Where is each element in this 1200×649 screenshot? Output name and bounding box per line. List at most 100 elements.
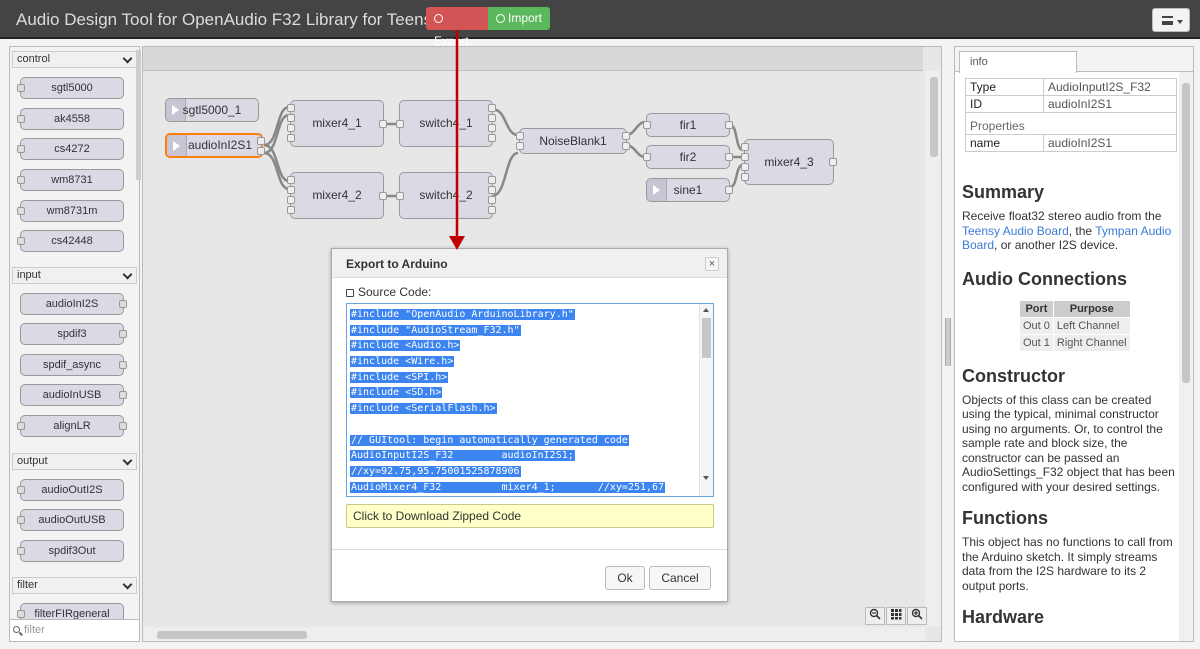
- flow-node-switch4_2[interactable]: switch4_2: [396, 172, 496, 219]
- flow-node-mixer4_3[interactable]: mixer4_3: [741, 139, 837, 185]
- info-value: AudioInputI2S_F32: [1043, 78, 1177, 96]
- info-key: name: [965, 134, 1044, 152]
- palette-node[interactable]: wm8731: [17, 169, 124, 191]
- flow-node-audioInI2S1[interactable]: audioInI2S1: [165, 133, 265, 158]
- palette-category-filter[interactable]: filter: [12, 577, 137, 594]
- palette-node[interactable]: spdif3Out: [17, 540, 124, 562]
- main-menu-button[interactable]: [1152, 8, 1190, 32]
- palette-node[interactable]: audioOutUSB: [17, 509, 124, 531]
- code-line-text: #include <SerialFlash.h>: [350, 403, 497, 415]
- palette-node[interactable]: audioInI2S: [20, 293, 127, 315]
- code-line-text: #include "OpenAudio_ArduinoLibrary.h": [350, 309, 575, 320]
- ok-button[interactable]: Ok: [605, 566, 645, 590]
- palette-node-label: spdif3: [57, 328, 87, 340]
- search-icon: [13, 626, 20, 633]
- panel-splitter-handle[interactable]: [945, 318, 951, 366]
- palette-node[interactable]: ak4558: [17, 108, 124, 130]
- palette-node[interactable]: audioInUSB: [20, 384, 127, 406]
- zoom-in-icon: [911, 608, 923, 620]
- code-line: AudioInputI2S_F32 audioInI2S1;: [350, 448, 700, 464]
- code-line: #include <SPI.h>: [350, 370, 700, 386]
- scroll-up-icon[interactable]: [703, 308, 709, 312]
- output-port[interactable]: [257, 137, 265, 145]
- palette-scrollbar[interactable]: [136, 50, 141, 180]
- palette-node[interactable]: spdif3: [20, 323, 127, 345]
- code-line: #include <SD.h>: [350, 385, 700, 401]
- source-code-label-text: Source Code:: [358, 285, 432, 299]
- workspace-vertical-scroll-thumb[interactable]: [930, 77, 938, 157]
- flow-node-fir2[interactable]: fir2: [643, 145, 733, 169]
- source-code-label: Source Code:: [346, 285, 431, 299]
- node-label: sgtl5000_1: [182, 103, 242, 117]
- node-label: switch4_2: [419, 188, 473, 202]
- ports-header-port: Port: [1019, 299, 1054, 318]
- palette-node[interactable]: audioOutI2S: [17, 479, 124, 501]
- palette-node-label: spdif_async: [42, 359, 102, 371]
- flow-node-mixer4_2[interactable]: mixer4_2: [287, 172, 387, 219]
- palette-node-label: ak4558: [53, 113, 91, 125]
- node-label: mixer4_1: [312, 116, 362, 130]
- palette-node[interactable]: cs4272: [17, 138, 124, 160]
- functions-heading: Functions: [962, 508, 1048, 528]
- scroll-down-icon[interactable]: [703, 476, 709, 480]
- download-zipped-code-button[interactable]: Click to Download Zipped Code: [346, 504, 714, 528]
- zoom-reset-button[interactable]: [886, 607, 906, 625]
- functions-text: This object has no functions to call fro…: [962, 535, 1173, 593]
- flow-node-mixer4_1[interactable]: mixer4_1: [287, 100, 387, 147]
- palette-category-output[interactable]: output: [12, 453, 137, 470]
- tab-info[interactable]: info: [959, 51, 1077, 73]
- palette-node-label: wm8731: [51, 174, 93, 186]
- code-line: #include "AudioStream_F32.h": [350, 323, 700, 339]
- palette-filter-input[interactable]: filter: [10, 619, 139, 641]
- export-icon: [434, 14, 443, 23]
- cancel-button[interactable]: Cancel: [649, 566, 711, 590]
- node-label: sine1: [673, 183, 703, 197]
- output-port[interactable]: [379, 120, 387, 128]
- code-line-text: AudioInputI2S_F32 audioInI2S1;: [350, 450, 575, 462]
- flow-node-NoiseBlank1[interactable]: NoiseBlank1: [516, 128, 630, 154]
- code-line: AudioMixer4_F32 mixer4_1; //xy=251,67: [350, 480, 700, 496]
- import-button[interactable]: Import: [488, 7, 550, 30]
- properties-label: Properties: [965, 112, 1177, 135]
- output-port[interactable]: [379, 192, 387, 200]
- output-port[interactable]: [257, 147, 265, 155]
- ports-table: Port Purpose Out 0 Left Channel Out 1 Right…: [1019, 299, 1131, 352]
- flow-node-sine1[interactable]: sine1: [646, 178, 733, 202]
- palette-node[interactable]: cs42448: [17, 230, 124, 252]
- sidebar-scroll-thumb[interactable]: [1182, 83, 1190, 383]
- flow-node-switch4_1[interactable]: switch4_1: [396, 100, 496, 147]
- code-scroll-thumb[interactable]: [702, 318, 711, 358]
- node-label: switch4_1: [419, 116, 473, 130]
- export-button[interactable]: Export: [426, 7, 488, 48]
- palette-node[interactable]: sgtl5000: [17, 77, 124, 99]
- chevron-down-icon: [122, 53, 133, 64]
- port-cell: Out 0: [1019, 316, 1054, 335]
- palette-category-input[interactable]: input: [12, 267, 137, 284]
- zoom-in-button[interactable]: [907, 607, 927, 625]
- node-label: fir2: [679, 150, 697, 164]
- wire: [263, 143, 290, 183]
- node-label: mixer4_3: [764, 155, 814, 169]
- teensy-audio-board-link[interactable]: Teensy Audio Board: [962, 224, 1069, 238]
- zoom-out-icon: [869, 608, 881, 620]
- palette-category-control[interactable]: control: [12, 51, 137, 68]
- app-title: Audio Design Tool for OpenAudio F32 Libr…: [16, 10, 441, 29]
- dialog-titlebar[interactable]: Export to Arduino ×: [332, 249, 727, 278]
- flow-node-fir1[interactable]: fir1: [643, 113, 733, 137]
- code-line-text: //xy=92.75,95.75001525878906: [350, 465, 521, 477]
- hardware-heading: Hardware: [962, 607, 1045, 627]
- palette-node[interactable]: alignLR: [17, 415, 127, 437]
- code-scrollbar[interactable]: [699, 304, 713, 496]
- palette-node[interactable]: wm8731m: [17, 200, 124, 222]
- zoom-out-button[interactable]: [865, 607, 885, 625]
- code-line-text: // GUItool: begin automatically generate…: [350, 434, 629, 446]
- flow-node-sgtl5000_1[interactable]: sgtl5000_1: [165, 98, 259, 122]
- node-info-table: Type AudioInputI2S_F32 ID audioInI2S1 Prop…: [965, 78, 1177, 152]
- menu-bars-icon: [1162, 16, 1173, 25]
- source-code-textarea[interactable]: #include "OpenAudio_ArduinoLibrary.h" #i…: [346, 303, 714, 497]
- workspace-horizontal-scroll-thumb[interactable]: [157, 631, 307, 639]
- dialog-close-button[interactable]: ×: [705, 257, 719, 271]
- node-label: NoiseBlank1: [539, 134, 607, 148]
- palette-node[interactable]: spdif_async: [20, 354, 127, 376]
- grid-icon: [891, 609, 902, 620]
